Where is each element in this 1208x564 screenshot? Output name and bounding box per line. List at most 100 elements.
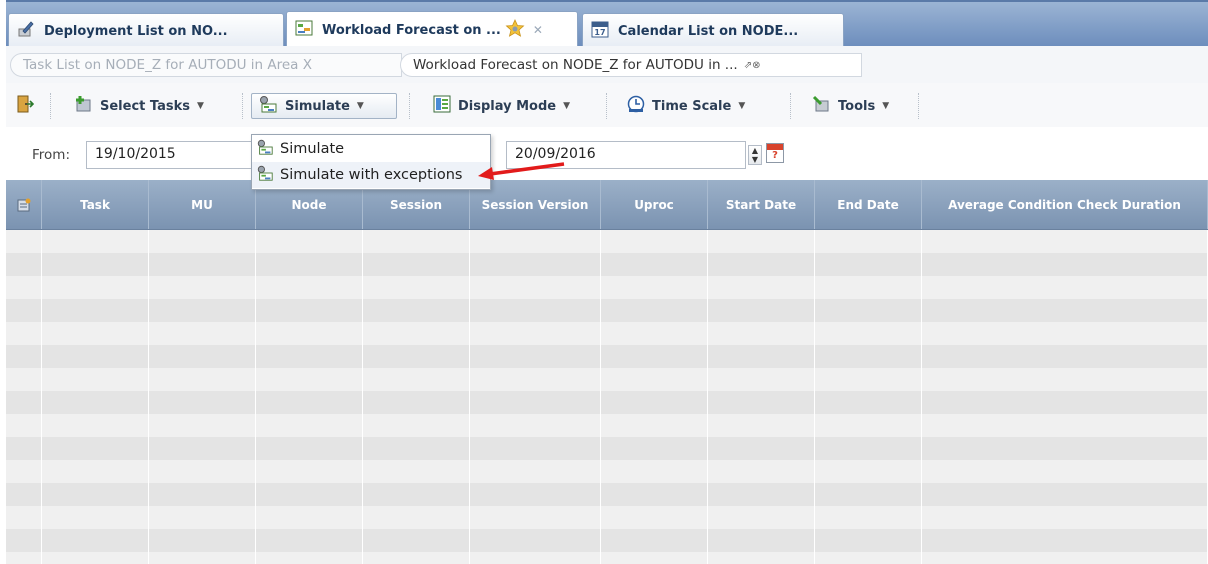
tab-bar: Deployment List on NO... Workload Foreca… xyxy=(6,0,1208,48)
grid-cell xyxy=(815,230,922,253)
grid-cell xyxy=(922,437,1208,460)
breadcrumb-workload-forecast[interactable]: Workload Forecast on NODE_Z for AUTODU i… xyxy=(400,53,862,77)
grid-cell xyxy=(42,414,149,437)
from-date-field[interactable]: 19/10/2015 xyxy=(86,141,256,169)
empty-grid-row xyxy=(6,230,1208,253)
workload-forecast-icon xyxy=(295,19,313,41)
grid-cell xyxy=(470,322,601,345)
tab-workload-forecast[interactable]: Workload Forecast on ... ✕ xyxy=(286,11,578,48)
grid-cell xyxy=(815,460,922,483)
grid-cell xyxy=(6,391,42,414)
grid-cell xyxy=(470,391,601,414)
empty-grid-row xyxy=(6,391,1208,414)
grid-cell xyxy=(601,391,708,414)
grid-cell xyxy=(601,437,708,460)
date-picker-icon[interactable]: ? xyxy=(766,143,784,163)
grid-cell xyxy=(708,483,815,506)
grid-cell xyxy=(601,483,708,506)
breadcrumb-label: Task List on NODE_Z for AUTODU in Area X xyxy=(23,57,312,73)
display-mode-label: Display Mode xyxy=(458,98,557,114)
grid-cell xyxy=(149,529,256,552)
tab-deployment-list[interactable]: Deployment List on NO... xyxy=(8,13,284,48)
grid-cell xyxy=(470,529,601,552)
grid-cell xyxy=(922,506,1208,529)
close-icon[interactable]: ✕ xyxy=(533,23,543,37)
menu-item-simulate[interactable]: Simulate xyxy=(252,136,490,162)
grid-cell xyxy=(815,506,922,529)
column-header-start-date[interactable]: Start Date xyxy=(708,180,815,229)
grid-cell xyxy=(42,391,149,414)
chevron-down-icon: ▼ xyxy=(196,101,204,111)
tools-label: Tools xyxy=(838,98,876,114)
chevron-down-icon: ▼ xyxy=(738,101,746,111)
grid-cell xyxy=(470,437,601,460)
date-spinner[interactable]: ▲ ▼ xyxy=(748,145,762,165)
grid-cell xyxy=(922,483,1208,506)
grid-cell xyxy=(149,506,256,529)
grid-cell xyxy=(815,483,922,506)
toolbar-separator xyxy=(242,93,243,119)
grid-cell xyxy=(149,368,256,391)
grid-cell xyxy=(470,345,601,368)
grid-cell xyxy=(42,529,149,552)
simulate-button[interactable]: Simulate ▼ xyxy=(251,93,397,119)
exit-button[interactable] xyxy=(12,93,38,119)
grid-cell xyxy=(708,230,815,253)
grid-cell xyxy=(708,506,815,529)
breadcrumb-task-list[interactable]: Task List on NODE_Z for AUTODU in Area X xyxy=(10,53,402,77)
grid-cell xyxy=(601,552,708,564)
grid-cell xyxy=(601,345,708,368)
grid-cell xyxy=(708,299,815,322)
grid-cell xyxy=(470,414,601,437)
grid-cell xyxy=(922,414,1208,437)
grid-cell xyxy=(708,368,815,391)
grid-cell xyxy=(256,230,363,253)
grid-cell xyxy=(256,437,363,460)
grid-settings-icon[interactable] xyxy=(6,180,42,229)
grid-cell xyxy=(470,299,601,322)
grid-cell xyxy=(256,345,363,368)
grid-cell xyxy=(708,345,815,368)
column-header-task[interactable]: Task xyxy=(42,180,149,229)
annotation-arrow-icon xyxy=(478,162,565,180)
tab-calendar-list[interactable]: 17 Calendar List on NODE... xyxy=(582,13,844,48)
detach-icon[interactable]: ⇗⊗ xyxy=(744,60,761,71)
empty-grid-row xyxy=(6,552,1208,564)
tab-label: Calendar List on NODE... xyxy=(618,23,799,39)
grid-cell xyxy=(256,368,363,391)
select-tasks-label: Select Tasks xyxy=(100,98,190,114)
grid-cell xyxy=(470,230,601,253)
breadcrumb-label: Workload Forecast on NODE_Z for AUTODU i… xyxy=(413,57,738,73)
grid-cell xyxy=(363,529,470,552)
grid-cell xyxy=(815,299,922,322)
grid-cell xyxy=(42,483,149,506)
empty-grid-row xyxy=(6,437,1208,460)
column-header-average-condition-check-duration[interactable]: Average Condition Check Duration xyxy=(922,180,1208,229)
toolbar-separator xyxy=(790,93,791,119)
column-header-mu[interactable]: MU xyxy=(149,180,256,229)
column-header-uproc[interactable]: Uproc xyxy=(601,180,708,229)
menu-item-simulate-with-exceptions[interactable]: Simulate with exceptions xyxy=(252,162,490,188)
time-scale-button[interactable]: Time Scale ▼ xyxy=(620,93,780,119)
grid-cell xyxy=(815,437,922,460)
calendar-icon: 17 xyxy=(591,20,609,42)
grid-cell xyxy=(922,276,1208,299)
grid-cell xyxy=(42,460,149,483)
empty-grid-row xyxy=(6,506,1208,529)
toolbar: Select Tasks ▼ Simulate ▼ Display Mode ▼… xyxy=(6,83,1208,127)
star-gear-icon xyxy=(505,19,525,41)
tools-button[interactable]: Tools ▼ xyxy=(804,93,910,119)
grid-cell xyxy=(601,460,708,483)
grid-cell xyxy=(363,345,470,368)
grid-cell xyxy=(601,230,708,253)
column-header-end-date[interactable]: End Date xyxy=(815,180,922,229)
grid-cell xyxy=(363,276,470,299)
display-mode-button[interactable]: Display Mode ▼ xyxy=(426,93,596,119)
task-grid: Task MU Node Session Session Version Upr… xyxy=(6,180,1208,564)
grid-cell xyxy=(601,368,708,391)
simulate-label: Simulate xyxy=(285,98,350,114)
grid-cell xyxy=(601,253,708,276)
grid-cell xyxy=(922,299,1208,322)
select-tasks-button[interactable]: Select Tasks ▼ xyxy=(66,93,234,119)
grid-cell xyxy=(922,368,1208,391)
